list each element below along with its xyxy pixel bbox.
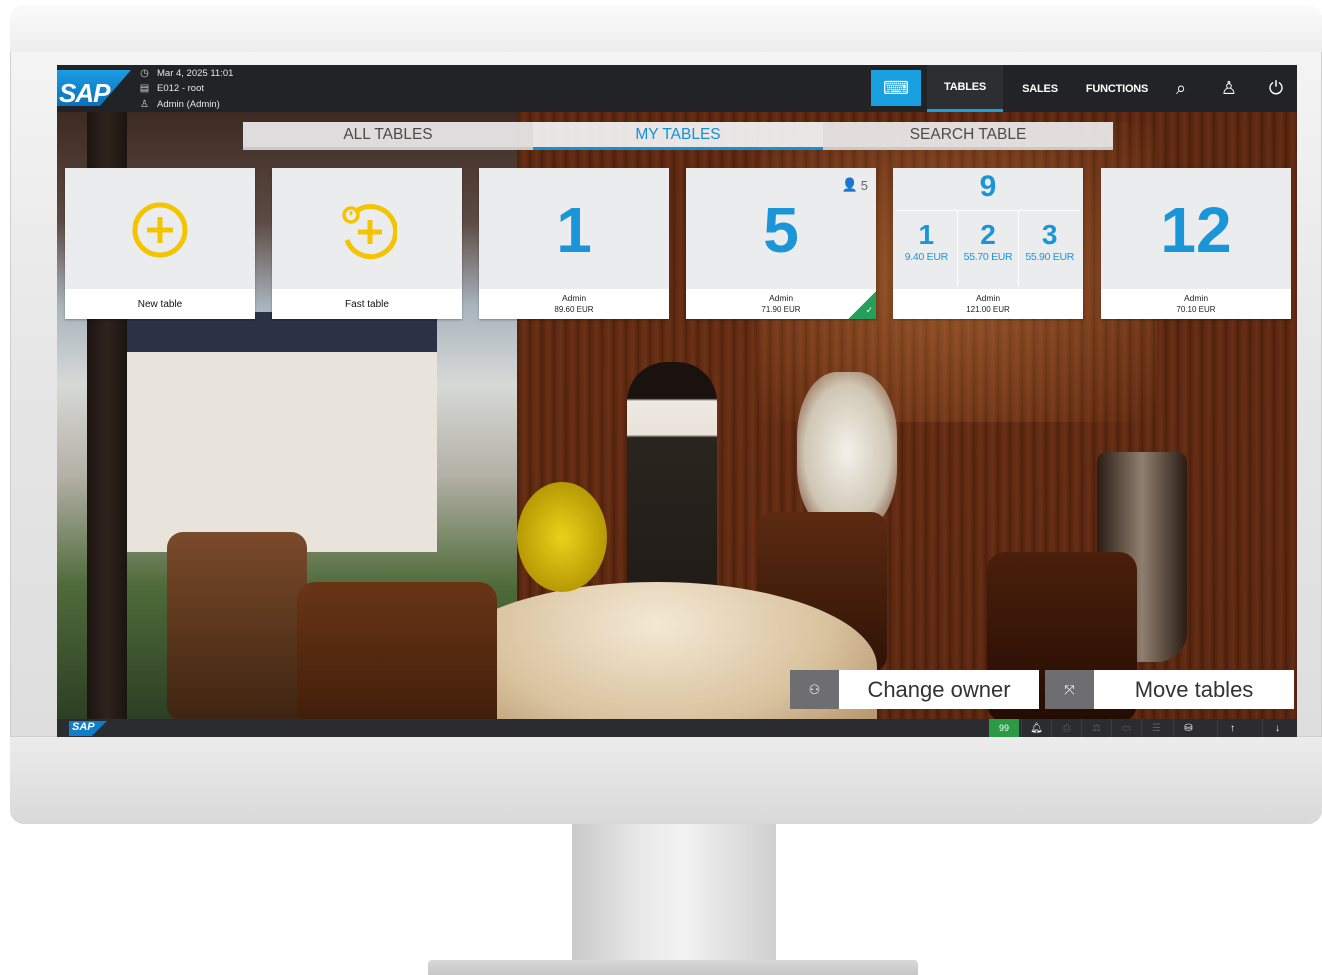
tile-footer: Admin 121.00 EUR (893, 289, 1083, 319)
tab-search-table-label: SEARCH TABLE (909, 125, 1027, 143)
nav-tables[interactable]: TABLES (927, 65, 1003, 112)
nav-sales[interactable]: SALES (1012, 65, 1068, 112)
change-owner-label: Change owner (839, 670, 1039, 709)
scale-icon: ⚖ (1081, 719, 1111, 737)
fast-table-label: Fast table (345, 298, 389, 310)
datetime-text: Mar 4, 2025 11:01 (157, 67, 234, 79)
nav-functions[interactable]: FUNCTIONS (1079, 65, 1155, 112)
top-bar: SAP ® ◷ Mar 4, 2025 11:01 ▤ E012 - root … (57, 65, 1297, 112)
printer-icon: ⎙ (1051, 719, 1081, 737)
keyboard-icon: ⌨ (883, 77, 909, 98)
power-icon[interactable]: ⏻ (1262, 76, 1290, 100)
subtable-1[interactable]: 1 9.40 EUR (896, 211, 958, 286)
subtable-2[interactable]: 2 55.70 EUR (958, 211, 1020, 286)
move-arrows-icon: ⤧ (1045, 670, 1094, 709)
status-bar: SAP 99 🔔︎ ⎙ ⚖ ▭ ☰ ⛁ ↑ ↓ (57, 719, 1297, 737)
table-owner: Admin (768, 293, 794, 303)
subtable-amount: 55.70 EUR (963, 251, 1013, 263)
datetime-row: ◷ Mar 4, 2025 11:01 (139, 66, 233, 80)
check-icon: ✓ (865, 305, 873, 315)
table-tabs: ALL TABLES MY TABLES SEARCH TABLE (243, 122, 1113, 150)
nav-sales-label: SALES (1022, 82, 1058, 95)
subtable-amount: 55.90 EUR (1025, 251, 1075, 263)
status-badge: ✓ (848, 291, 876, 319)
add-circle-icon (132, 202, 188, 258)
drawer-icon: ☰ (1141, 719, 1171, 737)
fast-add-icon (342, 204, 397, 260)
user-icon: ♙ (140, 98, 149, 110)
table-amount: 121.00 EUR (966, 305, 1010, 314)
store-text: E012 - root (157, 82, 204, 94)
nav-functions-label: FUNCTIONS (1085, 82, 1149, 95)
tile-footer: New table (65, 289, 255, 319)
table-amount: 71.90 EUR (761, 305, 801, 314)
tab-all-tables[interactable]: ALL TABLES (243, 122, 533, 150)
table-number: 9 (979, 170, 997, 203)
subtable-number: 2 (980, 219, 996, 250)
change-owner-button[interactable]: ⚇ Change owner (790, 670, 1039, 709)
card-icon: ▭ (1111, 719, 1141, 737)
monitor-stand-base (428, 960, 918, 975)
table-tile-9[interactable]: 9 1 9.40 EUR 2 55.70 EUR 3 55.90 EUR Adm… (893, 168, 1083, 319)
monitor-top-bezel (10, 6, 1322, 52)
database-icon[interactable]: ⛁ (1173, 719, 1203, 737)
monitor-stand-neck (572, 824, 776, 962)
nav-tables-label: TABLES (944, 81, 986, 93)
tile-footer: Admin 70.10 EUR (1101, 289, 1291, 319)
tab-my-tables[interactable]: MY TABLES (533, 122, 823, 150)
arrow-down-icon[interactable]: ↓ (1262, 719, 1292, 737)
tile-footer: Fast table (272, 289, 462, 319)
new-table-tile[interactable]: New table (65, 168, 255, 319)
change-owner-icon: ⚇ (790, 670, 839, 709)
user-text: Admin (Admin) (157, 98, 220, 110)
table-owner: Admin (975, 293, 1001, 303)
search-icon[interactable]: ⌕ (1167, 76, 1195, 100)
table-amount: 70.10 EUR (1176, 305, 1216, 314)
table-tile-1[interactable]: 1 Admin 89.60 EUR (479, 168, 669, 319)
subtable-3[interactable]: 3 55.90 EUR (1019, 211, 1080, 286)
message-count-badge[interactable]: 99 (989, 719, 1019, 737)
subtable-number: 1 (918, 219, 935, 250)
table-number: 1 (556, 194, 592, 266)
table-tile-5[interactable]: 👤 5 5 Admin 71.90 EUR ✓ (686, 168, 876, 319)
tile-footer: Admin 89.60 EUR (479, 289, 669, 319)
move-tables-button[interactable]: ⤧ Move tables (1045, 670, 1294, 709)
user-row: ♙ Admin (Admin) (139, 97, 220, 111)
store-icon: ▤ (139, 82, 150, 94)
registered-mark: ® (103, 100, 110, 110)
subtable-amount: 9.40 EUR (904, 251, 948, 263)
pos-screen: SAP ® ◷ Mar 4, 2025 11:01 ▤ E012 - root … (57, 65, 1297, 737)
keyboard-button[interactable]: ⌨ (871, 70, 921, 106)
store-row: ▤ E012 - root (139, 81, 204, 95)
tab-search-table[interactable]: SEARCH TABLE (823, 122, 1113, 150)
table-owner: Admin (561, 293, 587, 303)
new-table-label: New table (137, 298, 183, 310)
user-account-icon[interactable]: ♙ (1215, 76, 1243, 100)
table-number: 5 (763, 194, 799, 266)
subtable-number: 3 (1041, 219, 1058, 250)
tab-my-tables-label: MY TABLES (635, 125, 721, 143)
monitor-chin (10, 736, 1322, 824)
fast-table-tile[interactable]: Fast table (272, 168, 462, 319)
sap-logo-text: SAP (59, 78, 110, 108)
table-number: 12 (1160, 194, 1232, 266)
clock-icon: ◷ (140, 67, 149, 79)
arrow-up-icon[interactable]: ↑ (1217, 719, 1247, 737)
bell-icon[interactable]: 🔔︎ (1021, 719, 1051, 737)
table-tile-12[interactable]: 12 Admin 70.10 EUR (1101, 168, 1291, 319)
table-owner: Admin (1183, 293, 1209, 303)
subtables: 1 9.40 EUR 2 55.70 EUR 3 55.90 EUR (896, 210, 1080, 286)
sap-small-logo-text: SAP (72, 721, 95, 733)
sap-small-logo: SAP (69, 721, 107, 736)
move-tables-label: Move tables (1094, 670, 1294, 709)
sap-logo: SAP ® (57, 70, 131, 106)
tab-all-tables-label: ALL TABLES (343, 125, 433, 143)
table-amount: 89.60 EUR (554, 305, 594, 314)
